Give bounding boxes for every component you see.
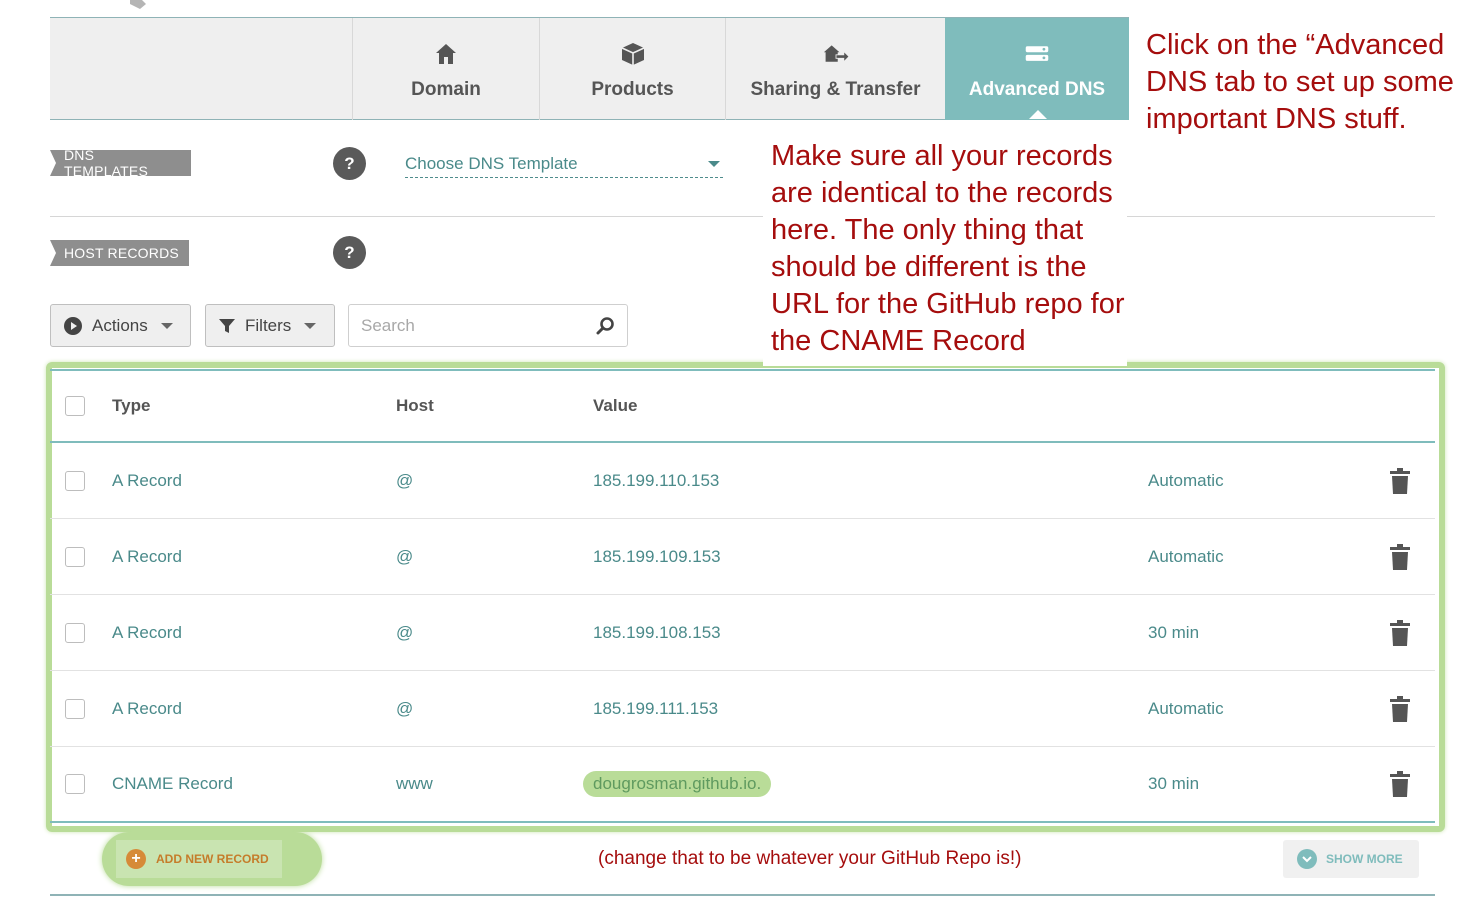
column-header-host: Host: [396, 396, 434, 415]
record-value: 185.199.110.153: [593, 470, 720, 490]
tab-advanced-dns[interactable]: Advanced DNS: [945, 18, 1129, 120]
home-icon: [436, 44, 456, 64]
table-row[interactable]: CNAME Record www dougrosman.github.io. 3…: [50, 747, 1435, 823]
record-value: 185.199.111.153: [593, 698, 719, 718]
server-icon: [1025, 46, 1049, 61]
chevron-down-icon: [160, 322, 173, 329]
tag-icon: [130, 0, 146, 9]
record-host: @: [396, 470, 414, 490]
tab-sharing-transfer[interactable]: Sharing & Transfer: [725, 18, 945, 120]
tab-label: Advanced DNS: [968, 79, 1106, 100]
host-records-help-icon[interactable]: ?: [333, 236, 366, 269]
dns-templates-label: DNS TEMPLATES: [50, 147, 191, 179]
record-type: A Record: [112, 698, 182, 718]
play-circle-icon: [64, 316, 82, 335]
tab-domain[interactable]: Domain: [352, 18, 539, 120]
column-header-value: Value: [593, 396, 638, 415]
record-host: @: [396, 698, 414, 718]
record-type: A Record: [112, 622, 182, 642]
box-icon: [621, 43, 644, 65]
trash-icon[interactable]: [1390, 467, 1410, 494]
filters-dropdown[interactable]: Filters: [205, 304, 335, 347]
row-checkbox[interactable]: [65, 470, 85, 491]
filter-icon: [219, 318, 235, 333]
add-new-record-label: ADD NEW RECORD: [156, 852, 269, 866]
repo-annotation: (change that to be whatever your GitHub …: [598, 848, 1022, 869]
column-header-type: Type: [112, 396, 151, 415]
transfer-icon: [823, 45, 849, 63]
record-type: A Record: [112, 470, 182, 490]
row-checkbox[interactable]: [65, 546, 85, 567]
dns-template-select-value: Choose DNS Template: [405, 153, 578, 173]
records-annotation: Make sure all your records are identical…: [763, 138, 1127, 366]
actions-label: Actions: [92, 315, 148, 335]
record-type: A Record: [112, 546, 182, 566]
trash-icon[interactable]: [1390, 543, 1410, 570]
select-all-checkbox[interactable]: [65, 396, 85, 416]
record-host: www: [396, 774, 433, 793]
section-divider: [50, 216, 1435, 217]
host-records-label: HOST RECORDS: [50, 240, 189, 266]
record-value: 185.199.109.153: [593, 546, 721, 566]
row-checkbox[interactable]: [65, 698, 85, 719]
trash-icon[interactable]: [1390, 619, 1410, 646]
record-type: CNAME Record: [112, 774, 233, 793]
search-icon[interactable]: [595, 316, 615, 336]
search-input[interactable]: Search: [348, 304, 628, 347]
table-row[interactable]: A Record @ 185.199.108.153 30 min: [50, 595, 1435, 671]
record-ttl: Automatic: [1148, 698, 1224, 718]
plus-icon: +: [126, 849, 146, 869]
row-checkbox[interactable]: [65, 622, 85, 643]
actions-dropdown[interactable]: Actions: [50, 304, 191, 347]
tab-products[interactable]: Products: [539, 18, 725, 120]
trash-icon[interactable]: [1390, 771, 1410, 797]
bottom-divider: [50, 894, 1435, 896]
record-ttl: Automatic: [1148, 546, 1224, 566]
tab-label: Products: [591, 79, 674, 100]
filters-label: Filters: [245, 315, 292, 335]
record-host: @: [396, 622, 414, 642]
table-row[interactable]: A Record @ 185.199.110.153 Automatic: [50, 443, 1435, 519]
tab-label: Sharing & Transfer: [750, 79, 921, 100]
table-row[interactable]: A Record @ 185.199.109.153 Automatic: [50, 519, 1435, 595]
record-host: @: [396, 546, 414, 566]
record-value: dougrosman.github.io.: [583, 771, 772, 797]
active-tab-pointer: [1029, 110, 1047, 119]
show-more-label: SHOW MORE: [1326, 852, 1403, 866]
add-new-record-button[interactable]: + ADD NEW RECORD: [116, 840, 282, 878]
table-row[interactable]: A Record @ 185.199.111.153 Automatic: [50, 671, 1435, 747]
record-ttl: 30 min: [1148, 774, 1200, 793]
table-header: Type Host Value: [50, 369, 1435, 443]
record-value: 185.199.108.153: [593, 622, 721, 642]
chevron-down-icon: [304, 322, 317, 329]
chevron-down-icon: [1297, 849, 1317, 869]
trash-icon[interactable]: [1390, 695, 1410, 722]
tab-annotation: Click on the “Advanced DNS tab to set up…: [1146, 29, 1454, 135]
record-ttl: Automatic: [1148, 470, 1224, 490]
record-ttl: 30 min: [1148, 622, 1200, 642]
host-records-table: Type Host Value A Record @ 185.199.110.1…: [50, 369, 1435, 823]
row-checkbox[interactable]: [65, 774, 85, 794]
dns-template-select[interactable]: Choose DNS Template: [405, 150, 723, 178]
chevron-down-icon: [708, 160, 720, 167]
search-placeholder: Search: [361, 315, 415, 335]
tab-label: Domain: [411, 79, 481, 100]
domain-tab-bar: Domain Products Sharing & Transfer Advan…: [50, 17, 1129, 120]
dns-templates-help-icon[interactable]: ?: [333, 147, 366, 180]
show-more-button[interactable]: SHOW MORE: [1283, 840, 1419, 878]
